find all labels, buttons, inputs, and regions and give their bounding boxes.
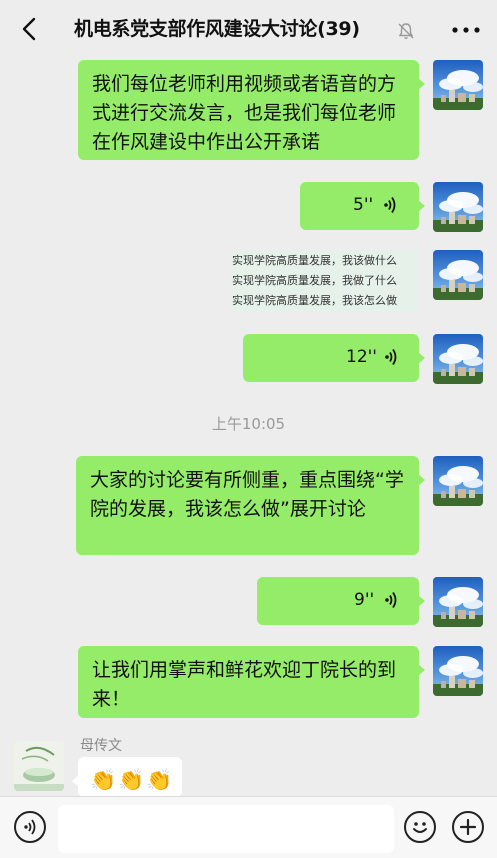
avatar[interactable] [433, 456, 483, 506]
voice-wave-icon [385, 592, 397, 608]
chat-input-bar [0, 796, 497, 858]
voice-duration: 9'' [354, 590, 375, 610]
avatar[interactable] [433, 250, 483, 300]
message-bubble[interactable]: 大家的讨论要有所侧重，重点围绕“学院的发展，我该怎么做”展开讨论 [76, 456, 425, 555]
emoji-text: 👏👏👏 [90, 768, 175, 792]
message-text: 我们每位老师利用视频或者语音的方式进行交流发言，也是我们每位老师在作风建设中作出… [92, 73, 397, 153]
bell-muted-icon [398, 23, 414, 39]
message-bubble[interactable]: 让我们用掌声和鲜花欢迎丁院长的到来！ [78, 646, 425, 718]
emoji-button[interactable] [404, 811, 436, 843]
image-text-line: 实现学院高质量发展，我做了什么 [232, 274, 397, 287]
sender-name: 母传文 [80, 738, 122, 754]
avatar[interactable] [433, 182, 483, 232]
voice-duration: 12'' [346, 347, 377, 367]
back-icon[interactable] [18, 16, 42, 42]
image-text-line: 实现学院高质量发展，我该做什么 [232, 254, 397, 267]
message-input[interactable] [58, 805, 394, 853]
timestamp: 上午10:05 [211, 415, 286, 433]
message-text: 大家的讨论要有所侧重，重点围绕“学院的发展，我该怎么做”展开讨论 [90, 469, 404, 520]
avatar[interactable] [14, 741, 64, 791]
smiley-icon [413, 822, 427, 833]
chat-header: 机电系党支部作风建设大讨论(39) [0, 0, 497, 58]
chat-title: 机电系党支部作风建设大讨论(39) [74, 18, 360, 40]
voice-message-bubble[interactable]: 9'' [257, 577, 425, 625]
plus-icon [459, 818, 477, 836]
avatar[interactable] [433, 577, 483, 627]
voice-wave-icon [385, 349, 397, 365]
message-bubble[interactable]: 我们每位老师利用视频或者语音的方式进行交流发言，也是我们每位老师在作风建设中作出… [78, 60, 425, 160]
image-text-line: 实现学院高质量发展，我该怎么做 [232, 294, 397, 307]
image-message[interactable]: 实现学院高质量发展，我该做什么 实现学院高质量发展，我做了什么 实现学院高质量发… [232, 250, 418, 311]
avatar[interactable] [433, 646, 483, 696]
more-dots-icon[interactable] [452, 27, 480, 33]
avatar[interactable] [433, 334, 483, 384]
add-button[interactable] [452, 811, 484, 843]
voice-input-button[interactable] [14, 811, 46, 843]
message-text: 让我们用掌声和鲜花欢迎丁院长的到来！ [92, 659, 397, 710]
voice-duration: 5'' [353, 195, 374, 215]
avatar[interactable] [433, 60, 483, 110]
voice-wave-icon [24, 819, 36, 835]
voice-wave-icon [384, 197, 396, 213]
voice-message-bubble[interactable]: 12'' [243, 334, 425, 382]
voice-message-bubble[interactable]: 5'' [300, 182, 425, 230]
